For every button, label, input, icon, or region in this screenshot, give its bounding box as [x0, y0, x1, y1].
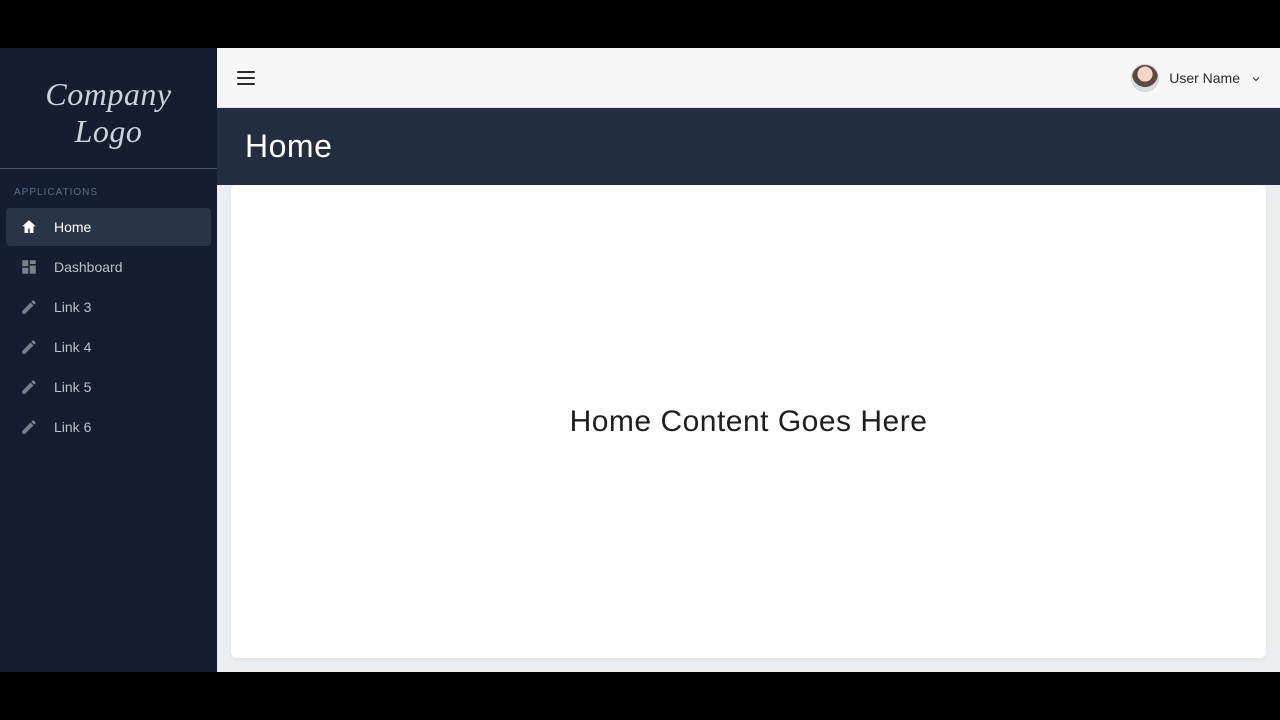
topbar: User Name [217, 48, 1280, 108]
page-title: Home [245, 128, 1252, 165]
sidebar-item-label: Dashboard [54, 259, 123, 275]
user-name-label: User Name [1169, 70, 1240, 86]
dashboard-icon [20, 258, 38, 276]
sidebar-item-link-6[interactable]: Link 6 [6, 408, 211, 446]
edit-icon [20, 298, 38, 316]
content-card: Home Content Goes Here [231, 185, 1266, 658]
avatar [1131, 64, 1159, 92]
sidebar-item-label: Link 3 [54, 299, 91, 315]
sidebar-item-link-3[interactable]: Link 3 [6, 288, 211, 326]
content-wrap: Home Content Goes Here [217, 185, 1280, 672]
app-window: Company Logo APPLICATIONS Home Dashboard [0, 48, 1280, 672]
sidebar-item-label: Link 6 [54, 419, 91, 435]
logo-divider [0, 168, 217, 169]
sidebar-item-label: Link 4 [54, 339, 91, 355]
main-area: User Name Home Home Content Goes Here [217, 48, 1280, 672]
content-heading: Home Content Goes Here [570, 405, 928, 439]
letterbox-bottom [0, 672, 1280, 720]
letterbox-top [0, 0, 1280, 48]
sidebar-item-home[interactable]: Home [6, 208, 211, 246]
sidebar-item-link-4[interactable]: Link 4 [6, 328, 211, 366]
page-header: Home [217, 108, 1280, 185]
menu-toggle-button[interactable] [237, 66, 261, 90]
sidebar-nav: Home Dashboard Link 3 Link 4 [0, 208, 217, 446]
company-logo: Company Logo [0, 76, 217, 168]
edit-icon [20, 338, 38, 356]
edit-icon [20, 378, 38, 396]
edit-icon [20, 418, 38, 436]
sidebar-item-label: Home [54, 219, 91, 235]
sidebar-section-label: APPLICATIONS [0, 187, 217, 208]
sidebar-item-dashboard[interactable]: Dashboard [6, 248, 211, 286]
sidebar-item-link-5[interactable]: Link 5 [6, 368, 211, 406]
home-icon [20, 218, 38, 236]
sidebar-item-label: Link 5 [54, 379, 91, 395]
user-menu[interactable]: User Name [1131, 64, 1260, 92]
sidebar: Company Logo APPLICATIONS Home Dashboard [0, 48, 217, 672]
chevron-down-icon [1250, 73, 1260, 83]
